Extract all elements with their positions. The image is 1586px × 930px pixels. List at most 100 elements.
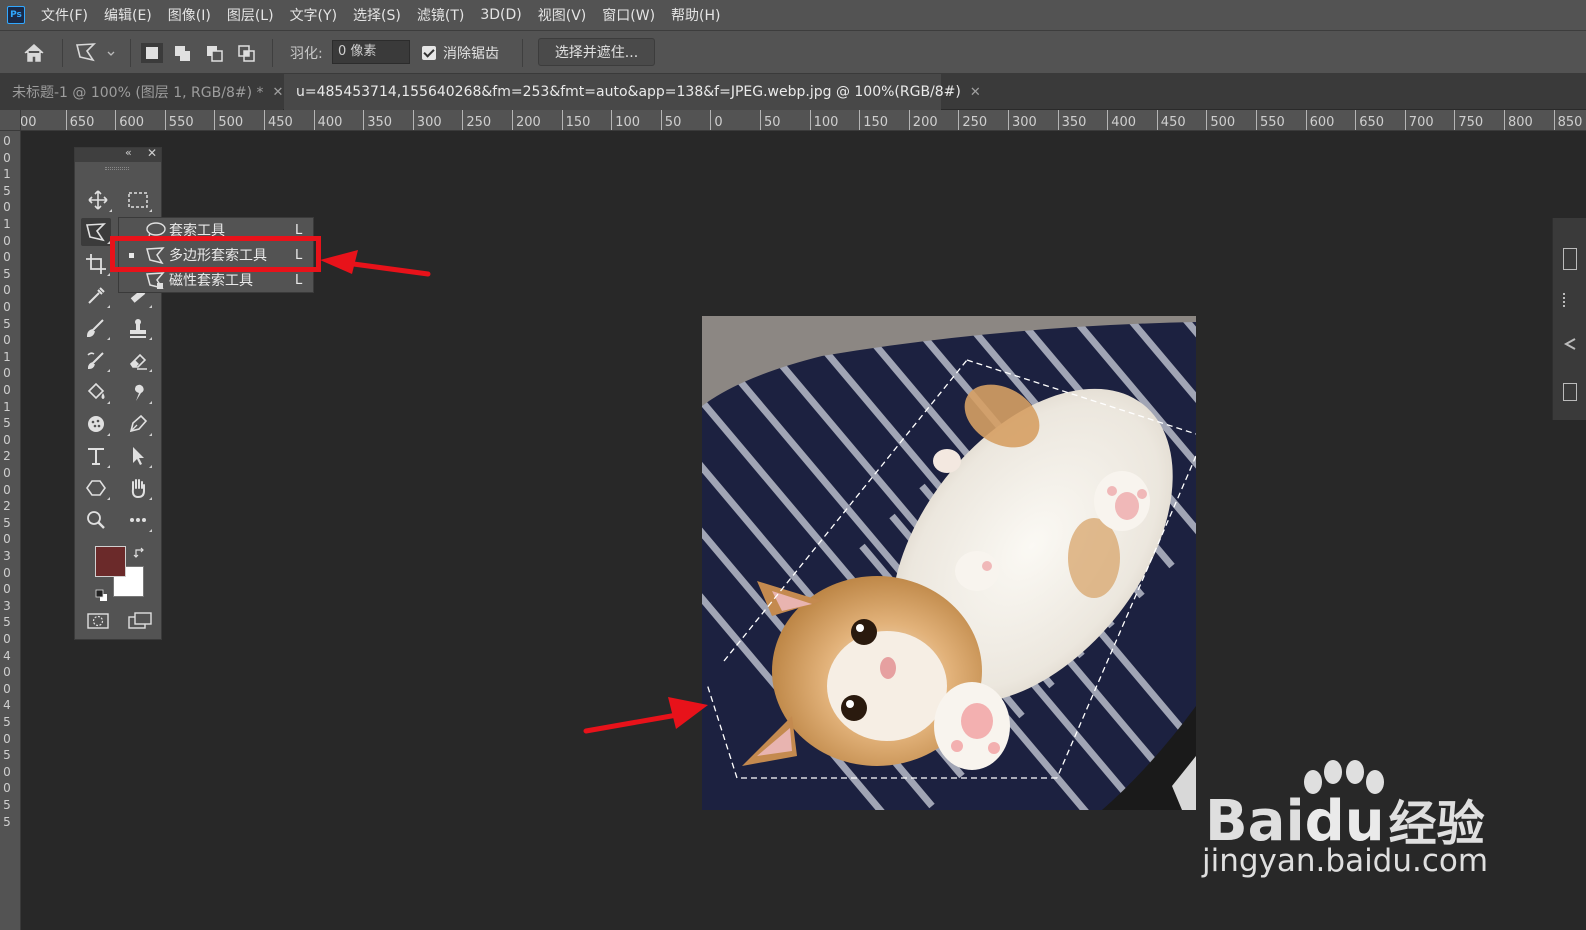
- ruler-tick-label: 5: [3, 715, 11, 729]
- menu-edit[interactable]: 编辑(E): [96, 5, 160, 25]
- ruler-tick-label: 5: [3, 183, 11, 198]
- ruler-tick-label: 5: [3, 615, 11, 630]
- ruler-tick-label: 0: [3, 665, 11, 680]
- feather-label: 羽化:: [290, 46, 323, 62]
- menu-window[interactable]: 窗口(W): [594, 5, 663, 25]
- ruler-tick-label: 0: [3, 366, 11, 381]
- more-tools-icon[interactable]: [123, 506, 153, 534]
- screen-mode-icon[interactable]: [127, 611, 153, 635]
- new-selection-button[interactable]: [141, 43, 163, 63]
- type-tool[interactable]: [81, 442, 111, 470]
- ruler-tick-label: 5: [3, 316, 11, 331]
- ruler-tick-label: 0: [3, 383, 11, 397]
- hand-tool[interactable]: [123, 474, 153, 502]
- menu-filter[interactable]: 滤镜(T): [409, 5, 472, 25]
- close-icon[interactable]: ✕: [147, 146, 157, 160]
- close-icon[interactable]: ✕: [273, 85, 284, 100]
- ruler-tick-label: 0: [710, 110, 723, 130]
- shortcut-key: L: [295, 272, 303, 288]
- brush-tool[interactable]: [81, 314, 111, 342]
- ruler-tick-label: 500: [1206, 110, 1236, 130]
- watermark-url: jingyan.baidu.com: [1202, 843, 1489, 879]
- clone-stamp-tool[interactable]: [123, 314, 153, 342]
- select-and-mask-button[interactable]: 选择并遮住...: [538, 38, 655, 66]
- ruler-tick-label: 0: [3, 432, 11, 447]
- drag-handle[interactable]: [105, 167, 129, 170]
- smudge-tool[interactable]: [123, 378, 153, 406]
- ruler-tick-label: 0: [3, 482, 11, 497]
- ruler-tick-label: 850: [1553, 110, 1583, 130]
- panel-icon[interactable]: [1563, 293, 1577, 307]
- flyout-label: 磁性套索工具: [169, 273, 253, 289]
- menu-type[interactable]: 文字(Y): [282, 5, 345, 25]
- tab-label: 未标题-1 @ 100% (图层 1, RGB/8#) *: [12, 85, 264, 101]
- panel-icon[interactable]: [1563, 336, 1577, 350]
- subtract-selection-button[interactable]: [204, 43, 226, 63]
- marquee-tool[interactable]: [123, 186, 153, 214]
- ruler-tick-label: 1: [3, 167, 11, 182]
- menu-layer[interactable]: 图层(L): [219, 5, 282, 25]
- eyedropper-tool[interactable]: [81, 282, 111, 310]
- swap-colors-icon[interactable]: [133, 545, 147, 564]
- zoom-tool[interactable]: [81, 506, 111, 534]
- ruler-tick-label: 0: [3, 466, 11, 480]
- ruler-tick-label: 4: [3, 648, 11, 663]
- menu-image[interactable]: 图像(I): [160, 5, 219, 25]
- menu-help[interactable]: 帮助(H): [663, 5, 728, 25]
- menu-view[interactable]: 视图(V): [530, 5, 595, 25]
- foreground-color-swatch[interactable]: [95, 546, 126, 577]
- menu-bar: Ps 文件(F) 编辑(E) 图像(I) 图层(L) 文字(Y) 选择(S) 滤…: [0, 0, 1586, 30]
- polygonal-lasso-preset-icon[interactable]: [74, 41, 118, 69]
- pen-tool[interactable]: [123, 410, 153, 438]
- ruler-tick-label: 150: [561, 110, 591, 130]
- sponge-tool[interactable]: [81, 410, 111, 438]
- ruler-tick-label: 250: [462, 110, 492, 130]
- panel-icon[interactable]: [1563, 383, 1577, 401]
- collapse-icon[interactable]: «: [125, 146, 132, 159]
- feather-input[interactable]: 0 像素: [332, 40, 410, 64]
- tab-untitled-1[interactable]: 未标题-1 @ 100% (图层 1, RGB/8#) * ✕: [0, 74, 283, 110]
- menu-3d[interactable]: 3D(D): [472, 7, 529, 23]
- ruler-tick-label: 0: [3, 781, 11, 796]
- paint-bucket-tool[interactable]: [81, 378, 111, 406]
- document-tab-bar: 未标题-1 @ 100% (图层 1, RGB/8#) * ✕ u=485453…: [0, 74, 1586, 110]
- canvas-image-cat[interactable]: [702, 316, 1196, 810]
- menu-file[interactable]: 文件(F): [33, 5, 96, 25]
- ruler-tick-label: 400: [313, 110, 343, 130]
- eraser-tool[interactable]: [123, 346, 153, 374]
- default-colors-icon[interactable]: [95, 586, 107, 605]
- move-tool[interactable]: [83, 186, 113, 214]
- ruler-tick-label: 5: [3, 515, 11, 530]
- home-icon[interactable]: [22, 42, 46, 68]
- ruler-tick-label: 0: [3, 582, 11, 597]
- panel-icon[interactable]: [1563, 248, 1577, 270]
- ruler-tick-label: 300: [412, 110, 442, 130]
- ruler-tick-label: 250: [958, 110, 988, 130]
- antialias-label: 消除锯齿: [443, 46, 499, 62]
- ruler-tick-label: 0: [3, 134, 11, 148]
- ruler-tick-label: 1: [3, 399, 11, 414]
- close-icon[interactable]: ✕: [970, 85, 981, 100]
- lasso-tool[interactable]: [81, 218, 111, 246]
- intersect-selection-button[interactable]: [236, 43, 258, 63]
- ruler-tick-label: 0: [3, 565, 11, 580]
- photoshop-logo: Ps: [7, 6, 25, 24]
- crop-tool[interactable]: [81, 250, 111, 278]
- add-selection-button[interactable]: [172, 43, 194, 63]
- shape-tool[interactable]: [81, 474, 111, 502]
- ruler-tick-label: 0: [3, 681, 11, 696]
- antialias-checkbox[interactable]: [422, 46, 436, 60]
- ruler-tick-label: 500: [214, 110, 244, 130]
- history-brush-tool[interactable]: [81, 346, 111, 374]
- quick-mask-icon[interactable]: [86, 611, 110, 635]
- ruler-tick-label: 0: [3, 233, 11, 248]
- menu-select[interactable]: 选择(S): [345, 5, 409, 25]
- tab-cat-image[interactable]: u=485453714,155640268&fm=253&fmt=auto&ap…: [284, 74, 981, 110]
- red-arrow-icon: [582, 695, 712, 741]
- path-selection-tool[interactable]: [123, 442, 153, 470]
- tools-panel-header[interactable]: « ✕: [75, 146, 161, 162]
- red-highlight-box: [110, 236, 321, 272]
- ruler-tick-label: 300: [1008, 110, 1037, 130]
- options-bar: 羽化: 0 像素 消除锯齿 选择并遮住...: [0, 30, 1586, 74]
- ruler-tick-label: 5: [3, 266, 11, 281]
